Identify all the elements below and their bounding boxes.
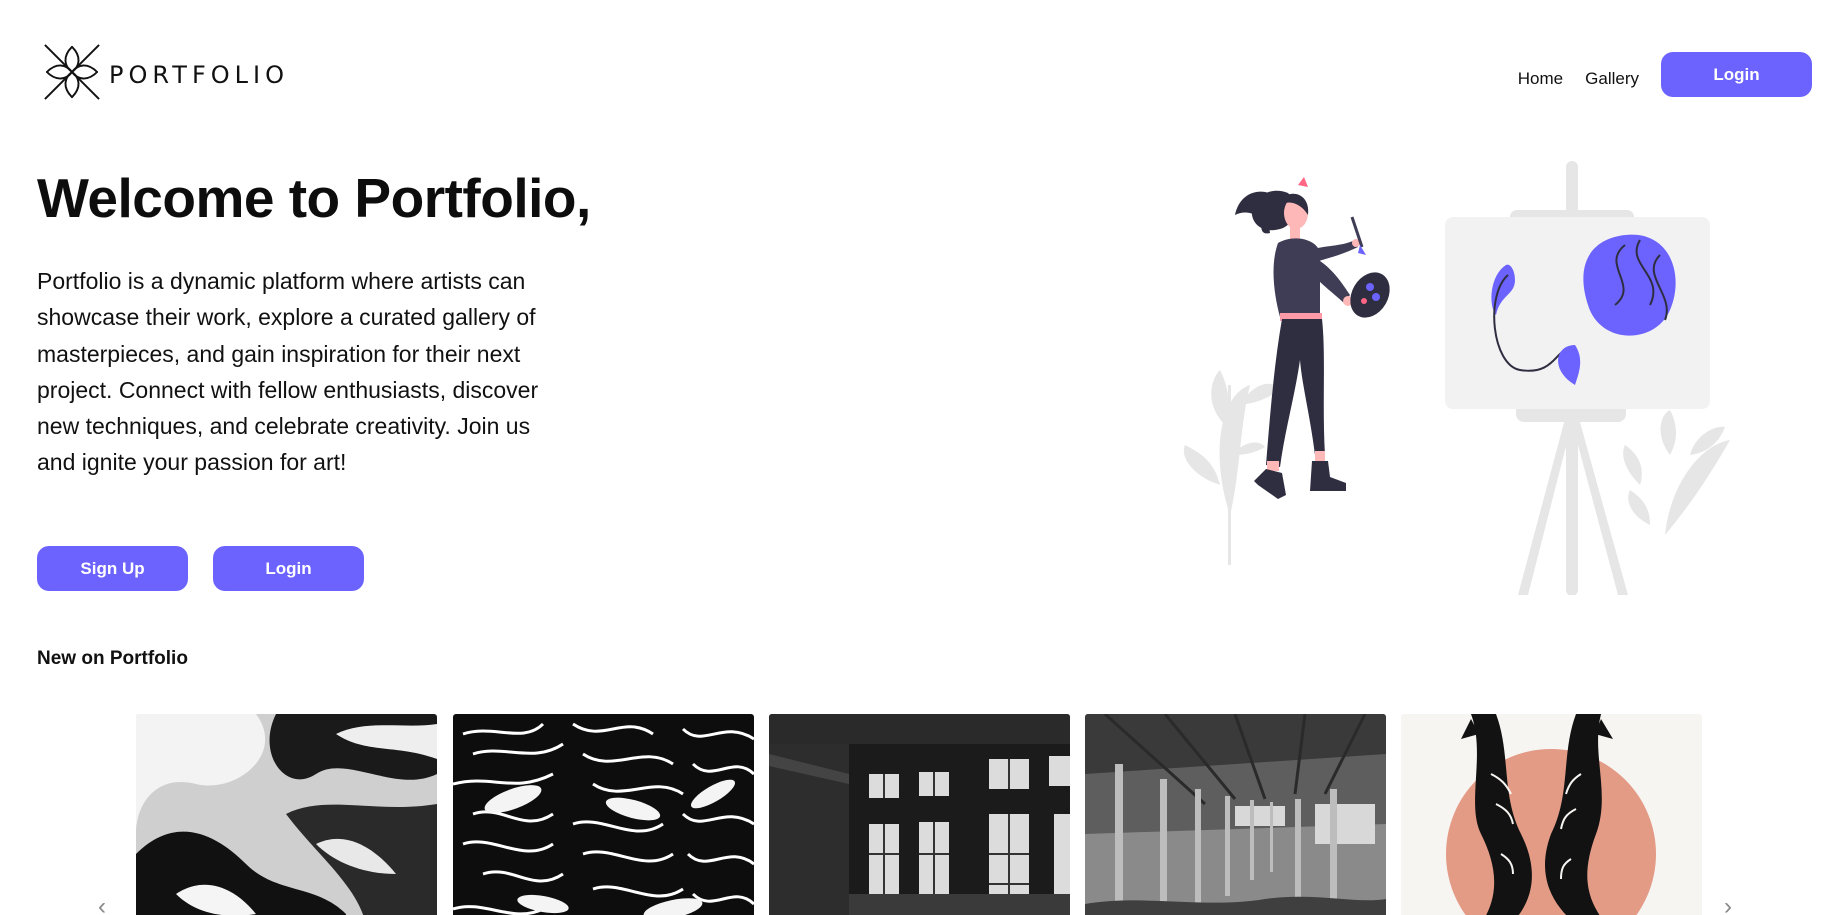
hero-login-button[interactable]: Login (213, 546, 364, 591)
koi-fish-linocut-image (1401, 714, 1702, 915)
brand-logo[interactable]: PORTFOLIO (43, 43, 289, 106)
artwork-card[interactable] (1401, 714, 1702, 915)
nav-login-button[interactable]: Login (1661, 52, 1812, 97)
carousel-next-icon[interactable]: › (1724, 893, 1732, 915)
floral-x-logo-icon (43, 43, 101, 106)
hero-title: Welcome to Portfolio, (37, 167, 591, 229)
bw-leaf-pattern-image (453, 714, 754, 915)
artwork-card[interactable] (453, 714, 754, 915)
signup-button[interactable]: Sign Up (37, 546, 188, 591)
carousel-prev-icon[interactable]: ‹ (98, 893, 106, 915)
abandoned-factory-windows-image (769, 714, 1070, 915)
new-artworks-carousel: ‹ › (0, 714, 1830, 915)
woman-painting-on-easel-illustration (1170, 155, 1735, 597)
artwork-card[interactable] (769, 714, 1070, 915)
nav-home-link[interactable]: Home (1518, 69, 1563, 89)
abstract-bw-liquid-image (136, 714, 437, 915)
hero-actions: Sign Up Login (37, 546, 364, 591)
hero-description: Portfolio is a dynamic platform where ar… (37, 268, 539, 476)
abandoned-warehouse-columns-image (1085, 714, 1386, 915)
nav-gallery-link[interactable]: Gallery (1585, 69, 1639, 89)
page: PORTFOLIO Home Gallery Login Welcome to … (0, 0, 1830, 915)
section-title-new: New on Portfolio (37, 648, 188, 669)
brand-name: PORTFOLIO (109, 60, 289, 89)
artwork-card[interactable] (1085, 714, 1386, 915)
top-nav: Home Gallery Login (1518, 52, 1812, 97)
artwork-card[interactable] (136, 714, 437, 915)
